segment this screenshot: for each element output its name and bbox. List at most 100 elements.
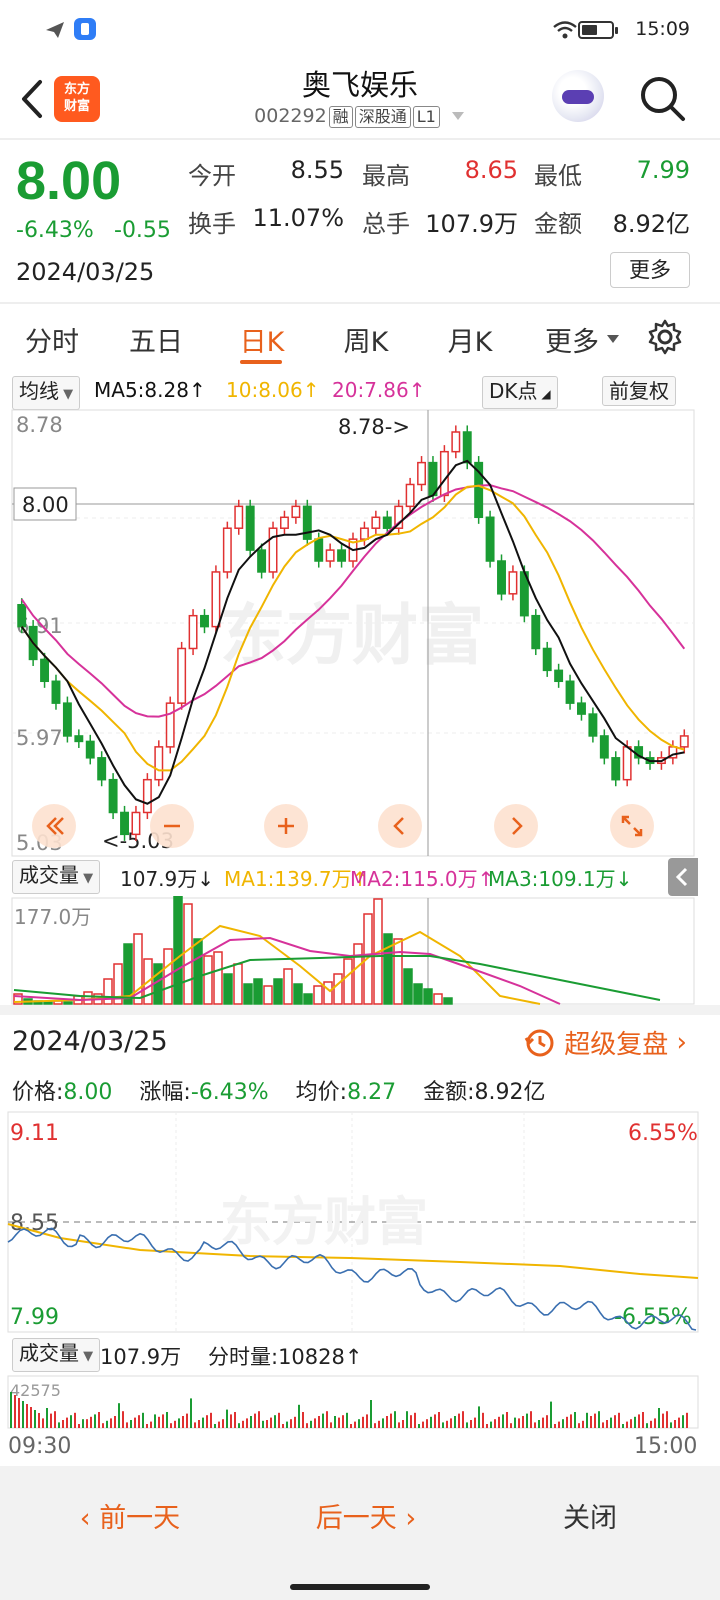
intraday-volume-bar xyxy=(322,1413,324,1428)
tab-1[interactable]: 五日 xyxy=(120,320,192,359)
intraday-volume-bar xyxy=(210,1412,212,1428)
intraday-volume-bar xyxy=(394,1411,396,1428)
back-arrow-icon[interactable] xyxy=(14,74,54,124)
volume-bar xyxy=(283,968,293,1005)
tab-more-caret-icon[interactable] xyxy=(606,334,620,344)
intraday-volume-bar xyxy=(390,1413,392,1428)
ma-select[interactable]: 均线 ▼ xyxy=(12,376,81,410)
volume-select[interactable]: 成交量 ▼ xyxy=(12,860,101,894)
intraday-volume-bar xyxy=(506,1412,508,1428)
volume-bar xyxy=(173,896,183,1005)
intraday-volume-bar xyxy=(254,1413,256,1428)
app-notification-icon xyxy=(74,18,96,40)
intraday-volume-bar xyxy=(86,1419,88,1428)
intraday-volume-bar xyxy=(458,1413,460,1428)
quote-label: 总手 xyxy=(362,210,410,238)
more-button[interactable]: 更多 xyxy=(610,252,690,288)
change-percent: -6.43% xyxy=(16,218,94,243)
tick-volume: 分时量:10828↑ xyxy=(208,1345,363,1369)
next-day-button[interactable]: 后一天 › xyxy=(296,1496,436,1535)
end-time: 15:00 xyxy=(634,1434,698,1459)
intraday-volume-bar xyxy=(418,1424,420,1428)
intraday-chart[interactable]: 东方财富9.11 6.55%8.557.99 -6.55% xyxy=(0,1110,720,1334)
intraday-high: 9.11 xyxy=(10,1121,59,1146)
tab-2[interactable]: 日K xyxy=(226,320,298,359)
rewind-icon[interactable] xyxy=(32,804,76,848)
intraday-volume-bar xyxy=(574,1412,576,1428)
intraday-volume-bar xyxy=(398,1422,400,1428)
wifi-icon xyxy=(553,21,577,39)
quote-value: 107.9万 xyxy=(425,210,518,238)
volume-value: 107.9万↓ xyxy=(120,867,215,891)
intraday-volume-bar xyxy=(582,1420,584,1428)
candle xyxy=(154,746,164,781)
candle xyxy=(234,505,244,529)
search-icon[interactable] xyxy=(636,72,688,124)
tab-4[interactable]: 月K xyxy=(434,320,506,359)
dropdown-icon[interactable] xyxy=(450,110,466,122)
intraday-volume-bar xyxy=(530,1411,532,1428)
settings-gear-icon[interactable] xyxy=(646,318,684,356)
tab-3[interactable]: 周K xyxy=(330,320,402,359)
intraday-volume-bar xyxy=(686,1412,688,1428)
intraday-volume-bar xyxy=(446,1420,448,1428)
chevron-left-icon[interactable] xyxy=(378,804,422,848)
intraday-volume-bar xyxy=(214,1424,216,1428)
candle xyxy=(200,614,209,628)
quote-value: 8.55 xyxy=(290,156,344,184)
intraday-volume-bar xyxy=(314,1418,316,1428)
bottom-bar: ‹ 前一天 后一天 › 关闭 xyxy=(0,1466,720,1600)
intraday-volume-bar xyxy=(162,1414,164,1428)
intraday-volume-bar xyxy=(34,1410,36,1428)
watermark: 东方财富 xyxy=(220,1193,428,1253)
quote-label: 换手 xyxy=(188,210,236,238)
intraday-volume-bar xyxy=(206,1415,208,1428)
intraday-volume-bar xyxy=(426,1419,428,1428)
intraday-volume: 107.9万 xyxy=(100,1345,182,1369)
quote-value: 8.92亿 xyxy=(612,210,690,238)
stock-code-row: 002292 融深股通 L1 xyxy=(160,105,560,128)
stock-code: 002292 xyxy=(254,105,327,127)
candle xyxy=(451,431,461,453)
assistant-robot-icon[interactable] xyxy=(552,70,604,122)
fullscreen-icon[interactable] xyxy=(610,804,654,848)
adjust-button[interactable]: 前复权 xyxy=(602,376,676,406)
zoom-in-icon[interactable] xyxy=(264,804,308,848)
candle xyxy=(97,757,107,781)
volume-bar xyxy=(103,978,113,1005)
ma5-value: MA5:8.28↑ xyxy=(94,378,206,402)
candle xyxy=(314,538,324,562)
intraday-volume-bar xyxy=(346,1412,348,1428)
candle xyxy=(599,735,609,759)
super-review-link[interactable]: 超级复盘 › xyxy=(522,1024,687,1060)
quote-value: 7.99 xyxy=(636,156,690,184)
intraday-volume-select[interactable]: 成交量 ▼ xyxy=(12,1338,101,1372)
tab-0[interactable]: 分时 xyxy=(16,320,88,359)
intraday-volume-bar xyxy=(518,1418,520,1428)
intraday-volume-bar xyxy=(502,1414,504,1428)
dk-point-button[interactable]: DK点 ◢ xyxy=(482,376,558,409)
kline-chart[interactable]: 东方财富8.788.006.915.975.038.008.78-><-5.03 xyxy=(0,408,720,858)
candle xyxy=(497,560,506,595)
intraday-volume-bar xyxy=(298,1404,300,1428)
start-time: 09:30 xyxy=(8,1434,72,1459)
active-tab-indicator xyxy=(240,360,282,364)
volume-bar xyxy=(43,1001,53,1005)
close-button[interactable]: 关闭 xyxy=(540,1496,640,1535)
intraday-volume-bar xyxy=(606,1420,608,1428)
prev-day-button[interactable]: ‹ 前一天 xyxy=(60,1496,200,1535)
intraday-volume-bar xyxy=(222,1419,224,1428)
tab-5[interactable]: 更多 xyxy=(536,320,608,359)
app-logo[interactable]: 东方 财富 xyxy=(54,76,100,122)
chevron-right-icon[interactable] xyxy=(494,804,538,848)
candle xyxy=(74,735,84,743)
intraday-volume-bar xyxy=(670,1422,672,1428)
volume-bar xyxy=(393,938,403,1005)
zoom-out-icon[interactable] xyxy=(150,804,194,848)
candle xyxy=(302,505,312,540)
volume-bar xyxy=(243,983,253,1005)
intraday-volume-bar xyxy=(182,1416,184,1428)
intraday-volume-chart: 42575 xyxy=(7,1375,699,1429)
collapse-panel-button[interactable] xyxy=(668,858,698,896)
intraday-volume-bar xyxy=(442,1422,444,1428)
